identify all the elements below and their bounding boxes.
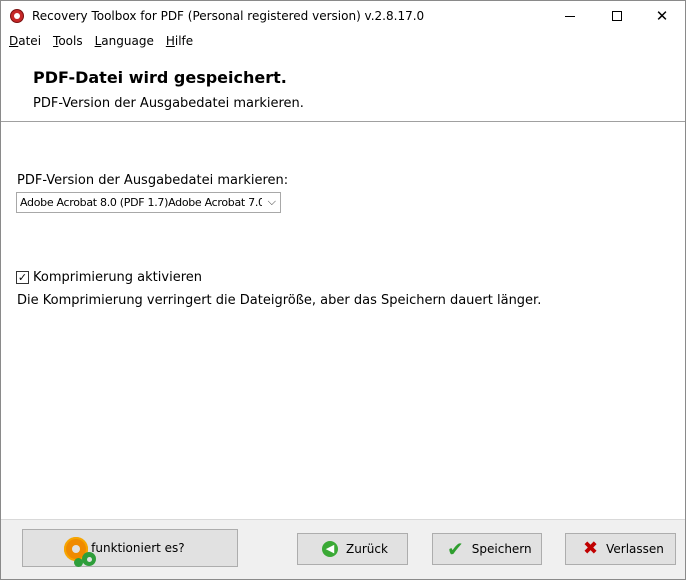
- exit-button[interactable]: ✖ Verlassen: [565, 533, 676, 565]
- wizard-content: PDF-Version der Ausgabedatei markieren: …: [1, 123, 685, 519]
- maximize-button[interactable]: [594, 1, 640, 31]
- menu-tools[interactable]: Tools: [47, 34, 89, 48]
- compression-label[interactable]: Komprimierung aktivieren: [33, 270, 202, 285]
- window-title: Recovery Toolbox for PDF (Personal regis…: [32, 9, 425, 23]
- close-button[interactable]: ✕: [639, 1, 685, 31]
- chevron-down-icon: ⌵: [267, 195, 276, 208]
- exit-label: Verlassen: [606, 542, 664, 556]
- app-icon: [10, 9, 24, 23]
- menu-language[interactable]: Language: [89, 34, 160, 48]
- app-window: Recovery Toolbox for PDF (Personal regis…: [0, 0, 686, 580]
- menu-bar: Datei Tools Language Hilfe: [1, 31, 685, 51]
- compression-option[interactable]: ✓ Komprimierung aktivieren: [16, 270, 202, 285]
- x-icon: ✖: [583, 538, 599, 559]
- gears-icon: [64, 537, 100, 567]
- how-it-works-button[interactable]: Wie funktioniert es?: [22, 529, 238, 567]
- minimize-icon: [565, 15, 575, 17]
- button-bar: Wie funktioniert es? ◀ Zurück ✔ Speicher…: [1, 519, 685, 579]
- back-arrow-icon: ◀: [322, 541, 338, 557]
- title-bar[interactable]: Recovery Toolbox for PDF (Personal regis…: [1, 1, 685, 31]
- maximize-icon: [612, 11, 622, 21]
- pdf-version-dropdown[interactable]: Adobe Acrobat 8.0 (PDF 1.7)Adobe Acrobat…: [16, 192, 281, 213]
- minimize-button[interactable]: [547, 1, 593, 31]
- close-icon: ✕: [655, 6, 669, 25]
- save-label: Speichern: [471, 542, 532, 556]
- page-title: PDF-Datei wird gespeichert.: [33, 68, 287, 87]
- menu-datei[interactable]: Datei: [3, 34, 47, 48]
- save-button[interactable]: ✔ Speichern: [432, 533, 542, 565]
- page-subtitle: PDF-Version der Ausgabedatei markieren.: [33, 96, 304, 111]
- compression-checkbox[interactable]: ✓: [16, 271, 29, 284]
- checkmark-icon: ✔: [447, 537, 464, 561]
- version-label: PDF-Version der Ausgabedatei markieren:: [17, 173, 289, 188]
- back-button[interactable]: ◀ Zurück: [297, 533, 408, 565]
- menu-hilfe[interactable]: Hilfe: [160, 34, 199, 48]
- back-label: Zurück: [346, 542, 388, 556]
- wizard-header: PDF-Datei wird gespeichert. PDF-Version …: [1, 51, 685, 122]
- compression-description: Die Komprimierung verringert die Dateigr…: [17, 293, 542, 308]
- pdf-version-selected: Adobe Acrobat 8.0 (PDF 1.7)Adobe Acrobat…: [20, 196, 262, 209]
